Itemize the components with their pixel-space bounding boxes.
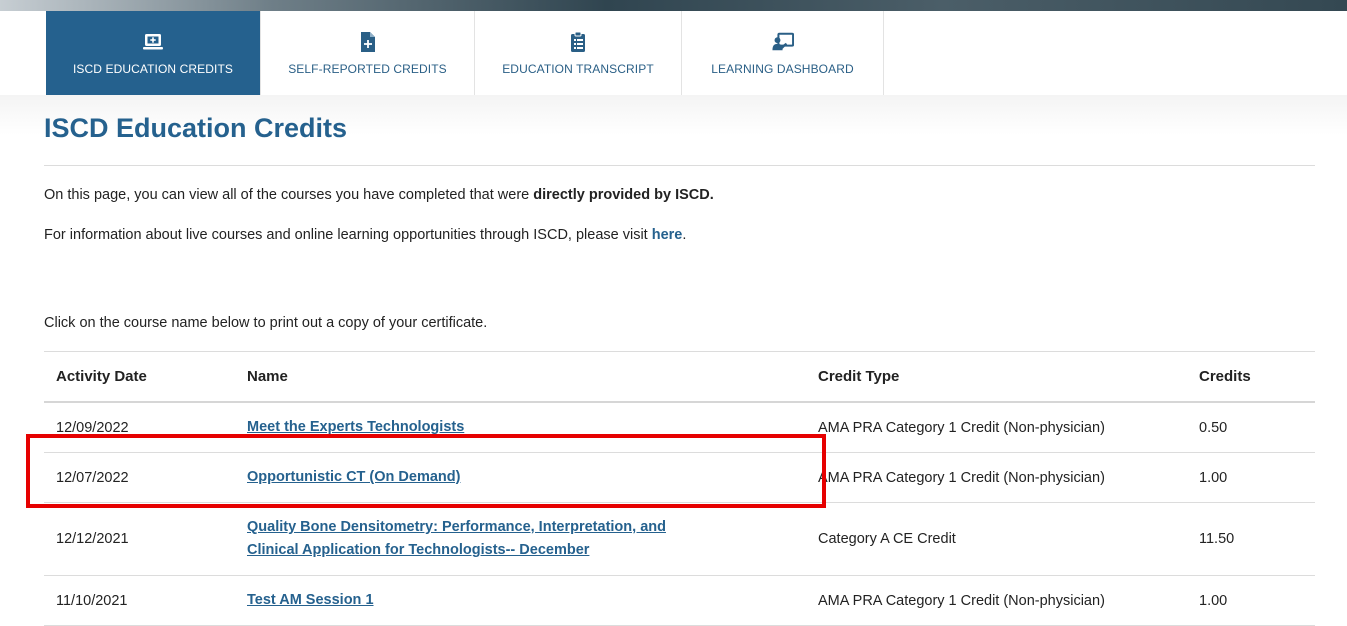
tab-learning-dashboard[interactable]: LEARNING DASHBOARD: [682, 11, 884, 95]
course-name-cell: Quality Bone Densitometry: Performance, …: [247, 503, 807, 575]
info-prefix: For information about live courses and o…: [44, 227, 652, 243]
info-suffix: .: [682, 227, 687, 243]
header-activity-date: Activity Date: [56, 368, 147, 385]
table-row: 12/12/2021 Quality Bone Densitometry: Pe…: [44, 503, 1315, 576]
course-link[interactable]: Quality Bone Densitometry: Performance, …: [247, 516, 666, 562]
course-link-line-1: Quality Bone Densitometry: Performance, …: [247, 519, 666, 535]
intro-bold: directly provided by ISCD.: [533, 187, 714, 203]
credits-value: 0.50: [1199, 419, 1228, 436]
header-credits: Credits: [1199, 368, 1251, 385]
course-link[interactable]: Test AM Session 1: [247, 589, 374, 612]
file-plus-icon: [357, 31, 379, 53]
course-link-line-2: Clinical Application for Technologists--…: [247, 542, 590, 558]
top-banner-strip: [0, 0, 1347, 11]
course-name-cell: Meet the Experts Technologists: [247, 403, 807, 452]
presenter-board-icon: [771, 31, 794, 53]
credit-type: AMA PRA Category 1 Credit (Non-physician…: [818, 419, 1105, 436]
header-name: Name: [247, 368, 288, 385]
laptop-plus-icon: [142, 31, 164, 53]
tab-label: ISCD EDUCATION CREDITS: [73, 61, 233, 76]
title-divider: [44, 165, 1315, 166]
clipboard-list-icon: [567, 31, 589, 53]
intro-prefix: On this page, you can view all of the co…: [44, 187, 534, 203]
tab-label: LEARNING DASHBOARD: [711, 61, 854, 76]
tab-iscd-education-credits[interactable]: ISCD EDUCATION CREDITS: [46, 11, 261, 95]
credits-value: 1.00: [1199, 592, 1228, 609]
tab-label: EDUCATION TRANSCRIPT: [502, 61, 654, 76]
table-row: 12/07/2022 Opportunistic CT (On Demand) …: [44, 453, 1315, 503]
course-name-cell: Test AM Session 1: [247, 576, 807, 625]
credits-value: 1.00: [1199, 469, 1228, 486]
activity-date: 12/12/2021: [56, 531, 129, 547]
activity-date: 12/07/2022: [56, 469, 129, 486]
activity-date: 12/09/2022: [56, 419, 129, 436]
table-row: 11/10/2021 Test AM Session 1 AMA PRA Cat…: [44, 576, 1315, 626]
tab-self-reported-credits[interactable]: SELF-REPORTED CREDITS: [261, 11, 475, 95]
course-link[interactable]: Meet the Experts Technologists: [247, 416, 464, 439]
credit-type: AMA PRA Category 1 Credit (Non-physician…: [818, 469, 1105, 486]
course-name-cell: Opportunistic CT (On Demand): [247, 453, 807, 502]
credits-value: 11.50: [1199, 531, 1235, 547]
table-row: 12/09/2022 Meet the Experts Technologist…: [44, 403, 1315, 453]
instruction-text: Click on the course name below to print …: [44, 315, 488, 331]
credit-type: AMA PRA Category 1 Credit (Non-physician…: [818, 592, 1105, 609]
course-link[interactable]: Opportunistic CT (On Demand): [247, 466, 460, 489]
info-text: For information about live courses and o…: [44, 227, 686, 243]
education-tabs: ISCD EDUCATION CREDITS SELF-REPORTED CRE…: [46, 11, 884, 95]
tab-education-transcript[interactable]: EDUCATION TRANSCRIPT: [475, 11, 682, 95]
here-link[interactable]: here: [652, 227, 683, 243]
activity-date: 11/10/2021: [56, 592, 128, 609]
header-credit-type: Credit Type: [818, 368, 900, 385]
table-header-row: Activity Date Name Credit Type Credits: [44, 352, 1315, 403]
page-title: ISCD Education Credits: [44, 113, 348, 143]
tab-label: SELF-REPORTED CREDITS: [288, 61, 447, 76]
intro-text: On this page, you can view all of the co…: [44, 187, 714, 203]
credit-type: Category A CE Credit: [818, 531, 956, 547]
credits-table: Activity Date Name Credit Type Credits 1…: [44, 351, 1315, 626]
